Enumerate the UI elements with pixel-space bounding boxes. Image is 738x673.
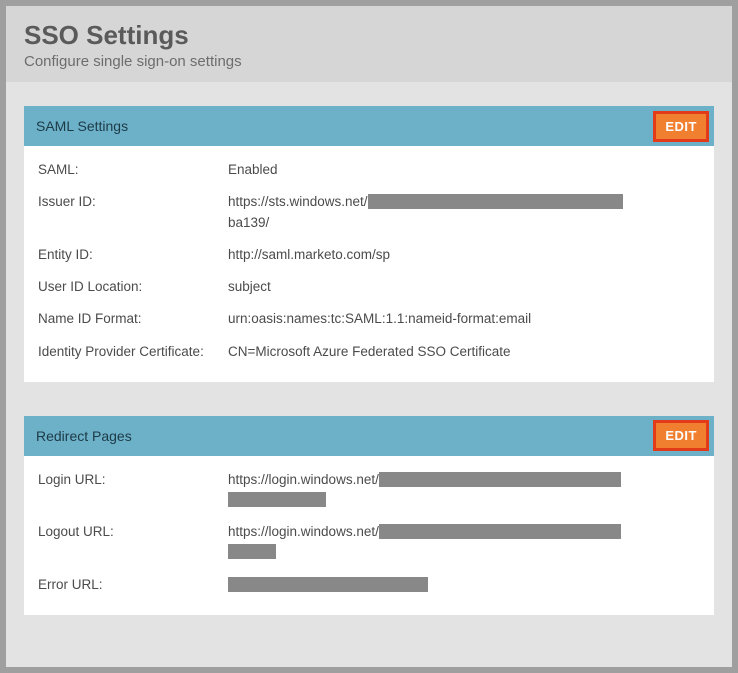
redacted-login-2 <box>228 492 326 507</box>
idp-value: CN=Microsoft Azure Federated SSO Certifi… <box>228 342 700 362</box>
redirect-panel-title: Redirect Pages <box>36 428 132 444</box>
userid-label: User ID Location: <box>38 277 228 297</box>
page-header: SSO Settings Configure single sign-on se… <box>6 6 732 82</box>
logout-label: Logout URL: <box>38 522 228 542</box>
field-row-nameid: Name ID Format: urn:oasis:names:tc:SAML:… <box>38 309 700 329</box>
saml-settings-panel: SAML Settings EDIT SAML: Enabled Issuer … <box>24 106 714 382</box>
saml-edit-button[interactable]: EDIT <box>656 114 706 139</box>
redirect-pages-panel: Redirect Pages EDIT Login URL: https://l… <box>24 416 714 615</box>
issuer-label: Issuer ID: <box>38 192 228 212</box>
entity-label: Entity ID: <box>38 245 228 265</box>
redirect-panel-body: Login URL: https://login.windows.net/ Lo… <box>24 456 714 615</box>
saml-label: SAML: <box>38 160 228 180</box>
redirect-panel-header: Redirect Pages EDIT <box>24 416 714 456</box>
issuer-value: https://sts.windows.net/ ba139/ <box>228 192 700 233</box>
entity-value: http://saml.marketo.com/sp <box>228 245 700 265</box>
field-row-logout: Logout URL: https://login.windows.net/ <box>38 522 700 563</box>
issuer-suffix: ba139/ <box>228 215 269 230</box>
field-row-issuer: Issuer ID: https://sts.windows.net/ ba13… <box>38 192 700 233</box>
redacted-login-1 <box>379 472 621 487</box>
logout-value: https://login.windows.net/ <box>228 522 700 563</box>
app-frame: SSO Settings Configure single sign-on se… <box>0 0 738 673</box>
error-value <box>228 575 700 595</box>
login-value: https://login.windows.net/ <box>228 470 700 511</box>
saml-panel-header: SAML Settings EDIT <box>24 106 714 146</box>
field-row-saml: SAML: Enabled <box>38 160 700 180</box>
redacted-logout-2 <box>228 544 276 559</box>
userid-value: subject <box>228 277 700 297</box>
field-row-idp: Identity Provider Certificate: CN=Micros… <box>38 342 700 362</box>
page-title: SSO Settings <box>24 20 714 51</box>
logout-prefix: https://login.windows.net/ <box>228 524 379 539</box>
idp-label: Identity Provider Certificate: <box>38 342 228 362</box>
login-prefix: https://login.windows.net/ <box>228 472 379 487</box>
field-row-entity: Entity ID: http://saml.marketo.com/sp <box>38 245 700 265</box>
saml-panel-body: SAML: Enabled Issuer ID: https://sts.win… <box>24 146 714 382</box>
field-row-login: Login URL: https://login.windows.net/ <box>38 470 700 511</box>
nameid-label: Name ID Format: <box>38 309 228 329</box>
redacted-issuer-1 <box>368 194 623 209</box>
field-row-userid: User ID Location: subject <box>38 277 700 297</box>
content-area: SAML Settings EDIT SAML: Enabled Issuer … <box>6 82 732 667</box>
nameid-value: urn:oasis:names:tc:SAML:1.1:nameid-forma… <box>228 309 700 329</box>
page-subtitle: Configure single sign-on settings <box>24 53 714 70</box>
login-label: Login URL: <box>38 470 228 490</box>
redacted-error <box>228 577 428 592</box>
redirect-edit-button[interactable]: EDIT <box>656 423 706 448</box>
error-label: Error URL: <box>38 575 228 595</box>
saml-value: Enabled <box>228 160 700 180</box>
field-row-error: Error URL: <box>38 575 700 595</box>
redacted-logout-1 <box>379 524 621 539</box>
saml-panel-title: SAML Settings <box>36 118 128 134</box>
issuer-prefix: https://sts.windows.net/ <box>228 194 368 209</box>
